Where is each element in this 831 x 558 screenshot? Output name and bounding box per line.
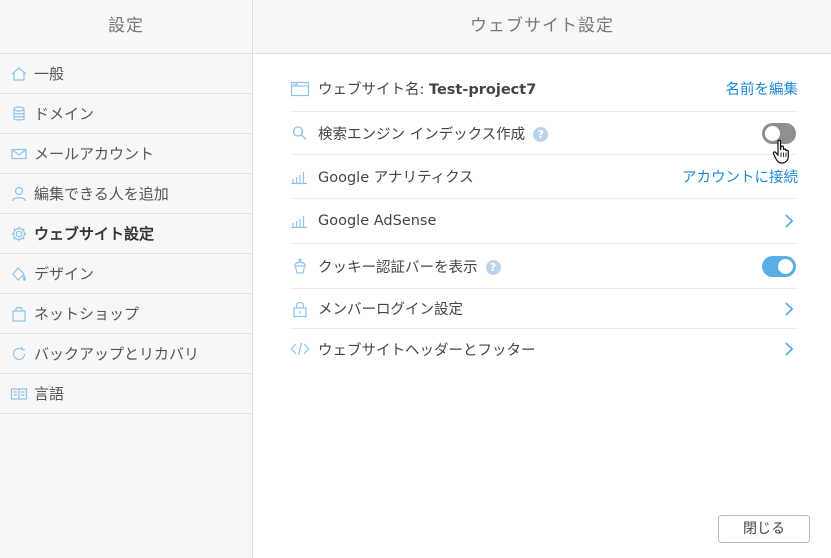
website-name-label: ウェブサイト名: Test-project7 — [318, 82, 537, 98]
gear-icon — [10, 225, 28, 243]
sidebar-item-shop[interactable]: ネットショップ — [0, 294, 252, 334]
website-name-value: Test-project7 — [429, 82, 537, 98]
sidebar-item-label: 一般 — [34, 65, 65, 83]
sidebar-item-backup[interactable]: バックアップとリカバリ — [0, 334, 252, 374]
settings-list: ウェブサイト名: Test-project7 名前を編集 検索エンジン インデッ… — [290, 66, 798, 369]
row-cookie-bar: クッキー認証バーを表示? — [290, 244, 798, 289]
bar-chart-icon — [290, 168, 310, 186]
row-member-login[interactable]: メンバーログイン設定 — [290, 289, 798, 329]
header-footer-label: ウェブサイトヘッダーとフッター — [318, 342, 536, 359]
sidebar-item-label: ネットショップ — [34, 305, 140, 323]
settings-sidebar: 設定 一般 ドメイン メールアカウント 編集できる人を追加 ウェブサイト設定 デ… — [0, 0, 253, 558]
sidebar-item-label: バックアップとリカバリ — [34, 345, 200, 363]
row-header-footer[interactable]: ウェブサイトヘッダーとフッター — [290, 329, 798, 369]
adsense-label: Google AdSense — [318, 213, 437, 229]
cookie-bar-label: クッキー認証バーを表示? — [318, 256, 762, 277]
database-icon — [10, 105, 28, 123]
sidebar-item-label: メールアカウント — [34, 145, 155, 163]
cookie-bar-toggle[interactable] — [762, 255, 796, 277]
sidebar-item-label: デザイン — [34, 265, 95, 283]
cupcake-icon — [290, 257, 310, 275]
mail-icon — [10, 145, 28, 163]
bar-chart-icon — [290, 212, 310, 230]
sidebar-item-design[interactable]: デザイン — [0, 254, 252, 294]
toggle-knob — [778, 258, 793, 274]
help-icon[interactable]: ? — [485, 260, 501, 275]
sidebar-item-label: 編集できる人を追加 — [34, 185, 169, 203]
sidebar-item-mail[interactable]: メールアカウント — [0, 134, 252, 174]
help-icon[interactable]: ? — [533, 127, 549, 142]
browser-window-icon — [290, 80, 310, 98]
sidebar-item-general[interactable]: 一般 — [0, 54, 252, 94]
chevron-right-icon[interactable] — [784, 301, 794, 317]
row-google-adsense[interactable]: Google AdSense — [290, 199, 798, 244]
sidebar-title: 設定 — [0, 0, 252, 54]
edit-name-link[interactable]: 名前を編集 — [726, 78, 799, 99]
refresh-icon — [10, 345, 28, 363]
row-search-index: 検索エンジン インデックス作成? — [290, 112, 798, 155]
search-index-label: 検索エンジン インデックス作成? — [318, 123, 762, 144]
chevron-right-icon[interactable] — [784, 341, 794, 357]
sidebar-item-label: 言語 — [34, 385, 65, 403]
row-google-analytics: Google アナリティクス アカウントに接続 — [290, 155, 798, 199]
sidebar-item-label: ドメイン — [34, 105, 95, 123]
shopping-bag-icon — [10, 305, 28, 323]
language-icon — [10, 385, 28, 403]
connect-account-link[interactable]: アカウントに接続 — [682, 166, 798, 187]
row-website-name: ウェブサイト名: Test-project7 名前を編集 — [290, 66, 798, 112]
search-icon — [290, 124, 310, 142]
sidebar-item-label: ウェブサイト設定 — [34, 225, 155, 243]
chevron-right-icon[interactable] — [784, 213, 794, 229]
sidebar-item-language[interactable]: 言語 — [0, 374, 252, 414]
sidebar-item-domain[interactable]: ドメイン — [0, 94, 252, 134]
member-login-label: メンバーログイン設定 — [318, 302, 463, 318]
hand-cursor-icon — [772, 139, 789, 164]
code-icon — [290, 340, 310, 358]
user-icon — [10, 185, 28, 203]
paint-bucket-icon — [10, 265, 28, 283]
sidebar-item-editors[interactable]: 編集できる人を追加 — [0, 174, 252, 214]
page-title: ウェブサイト設定 — [253, 0, 831, 54]
home-icon — [10, 65, 28, 83]
close-button[interactable]: 閉じる — [718, 515, 810, 543]
analytics-label: Google アナリティクス — [318, 170, 474, 186]
sidebar-item-website-settings[interactable]: ウェブサイト設定 — [0, 214, 252, 254]
lock-icon — [290, 300, 310, 318]
